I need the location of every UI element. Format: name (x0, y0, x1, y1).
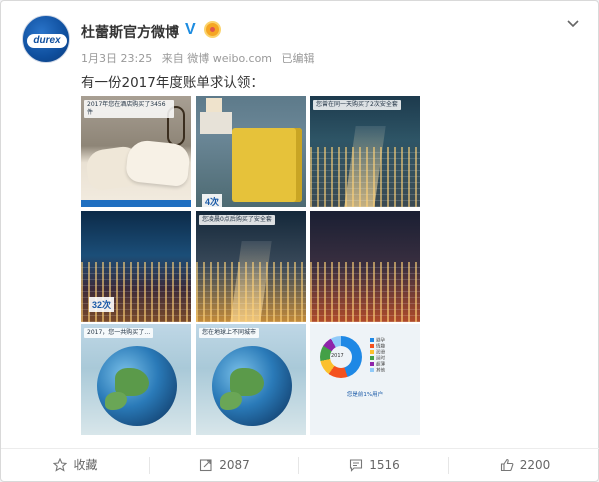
member-badge-icon[interactable] (204, 21, 221, 38)
favorite-label: 收藏 (73, 458, 98, 472)
donut-label: 2017 (331, 353, 344, 359)
image-tile-8[interactable]: 您在地球上不同城市 (196, 324, 306, 435)
comment-icon (350, 459, 363, 472)
username[interactable]: 杜蕾斯官方微博 (81, 22, 179, 42)
like-button[interactable]: 2200 (450, 449, 599, 482)
post-text: 有一份2017年度账单求认领： (81, 75, 264, 91)
like-count: 2200 (519, 458, 551, 472)
verified-v-icon[interactable]: V (185, 21, 202, 38)
repost-count: 2087 (219, 458, 250, 472)
thumbs-up-icon (500, 458, 514, 472)
image-tile-3[interactable]: 您曾在同一天购买了2次安全套 (310, 96, 420, 207)
repost-button[interactable]: 2087 (150, 449, 299, 482)
tile-number: 32次 (89, 297, 115, 312)
image-tile-4[interactable]: 32次 (81, 211, 191, 322)
banner: 您是前1%用户 (346, 392, 384, 398)
image-tile-1[interactable]: 2017年您在酒店购买了3456件 (81, 96, 191, 207)
edited-label[interactable]: 已编辑 (282, 52, 315, 65)
avatar[interactable]: durex (22, 15, 70, 63)
comment-button[interactable]: 1516 (300, 449, 449, 482)
comment-count: 1516 (369, 458, 400, 472)
weibo-post-card: durex 杜蕾斯官方微博 V 1月3日 23:25 来自 微博 weibo.c… (0, 0, 599, 482)
post-source[interactable]: 来自 微博 weibo.com (162, 52, 272, 65)
legend: 避孕 情趣 润滑 延时 超薄 其他 (370, 338, 385, 374)
favorite-button[interactable]: 收藏 (1, 449, 150, 482)
image-tile-5[interactable]: 您凌晨0点后购买了安全套 (196, 211, 306, 322)
tile-caption: 2017，您一共购买了… (84, 328, 154, 338)
legend-item: 其他 (370, 368, 385, 374)
repost-icon (200, 459, 212, 472)
star-icon (53, 457, 68, 472)
image-tile-9[interactable]: 2017 避孕 情趣 润滑 延时 超薄 其他 您是前1%用户 (310, 324, 420, 435)
tile-number: 4次 (202, 194, 223, 207)
image-tile-2[interactable]: 4次 (196, 96, 306, 207)
tile-caption: 2017年您在酒店购买了3456件 (84, 100, 174, 118)
image-tile-7[interactable]: 2017，您一共购买了… (81, 324, 191, 435)
action-bar: 收藏 2087 1516 2200 (1, 449, 599, 482)
post-date[interactable]: 1月3日 23:25 (81, 52, 152, 65)
chevron-down-icon[interactable] (566, 17, 580, 31)
tile-caption: 您曾在同一天购买了2次安全套 (313, 100, 401, 110)
post-meta: 1月3日 23:25 来自 微博 weibo.com 已编辑 (81, 50, 321, 66)
tile-caption: 您在地球上不同城市 (199, 328, 260, 338)
image-tile-6[interactable] (310, 211, 420, 322)
tile-caption: 您凌晨0点后购买了安全套 (199, 215, 275, 225)
durex-logo: durex (27, 34, 67, 48)
